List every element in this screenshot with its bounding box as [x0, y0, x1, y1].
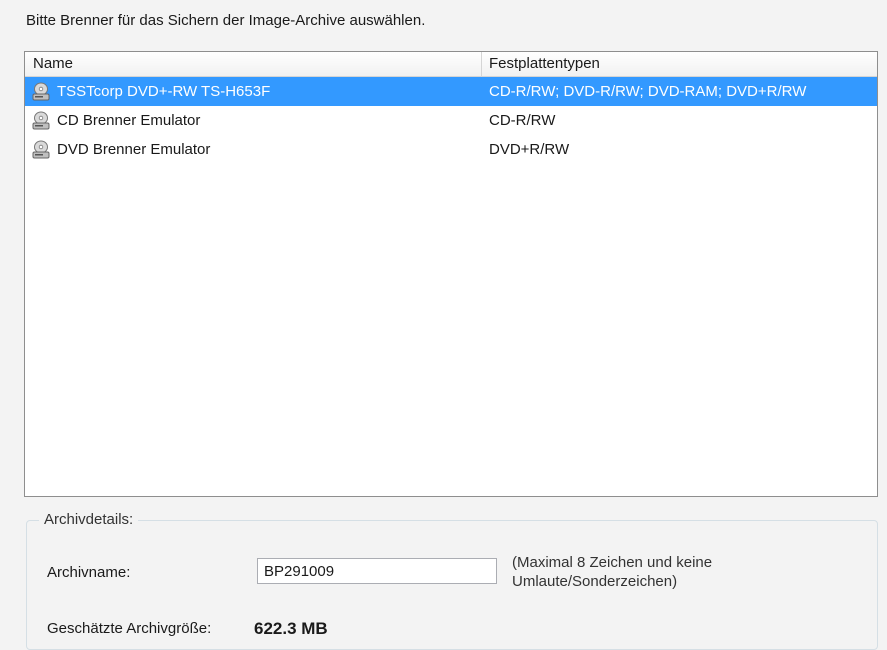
archive-name-label: Archivname: [47, 564, 131, 581]
estimated-size-label: Geschätzte Archivgröße: [47, 620, 212, 637]
list-header: Name Festplattentypen [25, 52, 877, 77]
estimated-size-value: 622.3 MB [254, 619, 328, 638]
drive-name: CD Brenner Emulator [57, 112, 201, 129]
instruction-text: Bitte Brenner für das Sichern der Image-… [26, 12, 426, 29]
drive-name: DVD Brenner Emulator [57, 141, 211, 158]
optical-drive-icon [32, 82, 50, 100]
archive-name-hint: (Maximal 8 Zeichen und keine Umlaute/Son… [512, 554, 713, 590]
group-title: Archivdetails: [39, 511, 139, 528]
burner-list[interactable]: Name Festplattentypen TSSTcorp DVD+-RW T… [24, 51, 878, 497]
list-item[interactable]: CD Brenner Emulator CD-R/RW [25, 106, 877, 135]
optical-drive-icon [32, 111, 50, 129]
column-header-name[interactable]: Name [25, 52, 482, 76]
drive-name: TSSTcorp DVD+-RW TS-H653F [57, 83, 271, 100]
archive-details-group: Archivdetails: Archivname: (Maximal 8 Ze… [26, 511, 878, 650]
optical-drive-icon [32, 140, 50, 158]
list-item[interactable]: DVD Brenner Emulator DVD+R/RW [25, 135, 877, 164]
drive-types: CD-R/RW; DVD-R/RW; DVD-RAM; DVD+R/RW [489, 83, 807, 100]
drive-types: CD-R/RW [489, 112, 556, 129]
column-header-types[interactable]: Festplattentypen [482, 52, 877, 76]
drive-types: DVD+R/RW [489, 141, 570, 158]
list-item[interactable]: TSSTcorp DVD+-RW TS-H653F CD-R/RW; DVD-R… [25, 77, 877, 106]
archive-name-input[interactable] [257, 558, 497, 584]
